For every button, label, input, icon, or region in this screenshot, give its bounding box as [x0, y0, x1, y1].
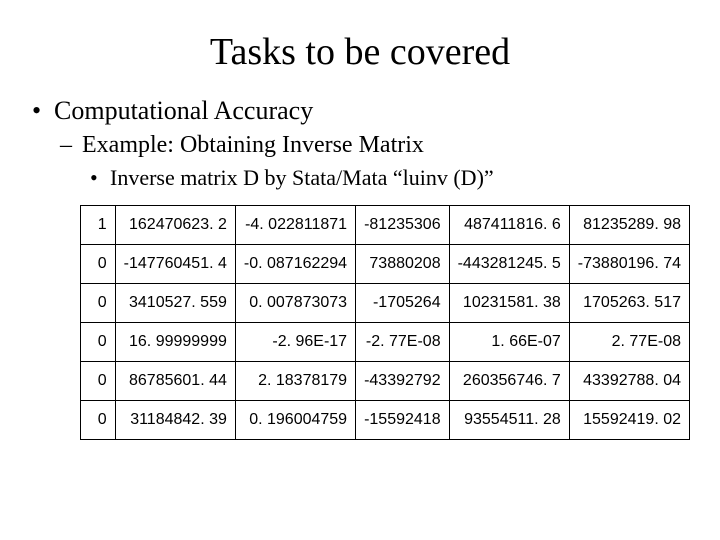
table-row: 0 3410527. 559 0. 007873073 -1705264 102…	[81, 284, 690, 323]
cell: -2. 96E-17	[235, 323, 355, 362]
slide: Tasks to be covered Computational Accura…	[0, 0, 720, 540]
cell: 1	[81, 206, 116, 245]
cell: -2. 77E-08	[356, 323, 450, 362]
cell: 487411816. 6	[449, 206, 569, 245]
cell: 2. 77E-08	[569, 323, 689, 362]
table-row: 0 -147760451. 4 -0. 087162294 73880208 -…	[81, 245, 690, 284]
table-row: 0 16. 99999999 -2. 96E-17 -2. 77E-08 1. …	[81, 323, 690, 362]
cell: 162470623. 2	[115, 206, 235, 245]
bullet-level-3: Inverse matrix D by Stata/Mata “luinv (D…	[30, 165, 690, 191]
table-row: 1 162470623. 2 -4. 022811871 -81235306 4…	[81, 206, 690, 245]
cell: -147760451. 4	[115, 245, 235, 284]
inverse-matrix-table: 1 162470623. 2 -4. 022811871 -81235306 4…	[80, 205, 690, 440]
cell: -81235306	[356, 206, 450, 245]
cell: -4. 022811871	[235, 206, 355, 245]
cell: 0. 196004759	[235, 401, 355, 440]
cell: -43392792	[356, 362, 450, 401]
bullet-level-1: Computational Accuracy	[30, 96, 690, 126]
bullet-list: Computational Accuracy Example: Obtainin…	[30, 96, 690, 191]
table-row: 0 86785601. 44 2. 18378179 -43392792 260…	[81, 362, 690, 401]
cell: 0. 007873073	[235, 284, 355, 323]
cell: 15592419. 02	[569, 401, 689, 440]
cell: 0	[81, 362, 116, 401]
table-row: 0 31184842. 39 0. 196004759 -15592418 93…	[81, 401, 690, 440]
cell: -0. 087162294	[235, 245, 355, 284]
cell: -443281245. 5	[449, 245, 569, 284]
cell: 260356746. 7	[449, 362, 569, 401]
cell: 81235289. 98	[569, 206, 689, 245]
cell: 0	[81, 284, 116, 323]
cell: 0	[81, 323, 116, 362]
cell: 43392788. 04	[569, 362, 689, 401]
cell: -73880196. 74	[569, 245, 689, 284]
cell: 86785601. 44	[115, 362, 235, 401]
cell: 1. 66E-07	[449, 323, 569, 362]
cell: -15592418	[356, 401, 450, 440]
cell: 93554511. 28	[449, 401, 569, 440]
cell: 1705263. 517	[569, 284, 689, 323]
cell: 3410527. 559	[115, 284, 235, 323]
cell: 73880208	[356, 245, 450, 284]
bullet-level-2: Example: Obtaining Inverse Matrix	[30, 132, 690, 159]
cell: 16. 99999999	[115, 323, 235, 362]
cell: 0	[81, 401, 116, 440]
cell: 31184842. 39	[115, 401, 235, 440]
page-title: Tasks to be covered	[30, 30, 690, 74]
cell: -1705264	[356, 284, 450, 323]
cell: 2. 18378179	[235, 362, 355, 401]
cell: 10231581. 38	[449, 284, 569, 323]
cell: 0	[81, 245, 116, 284]
